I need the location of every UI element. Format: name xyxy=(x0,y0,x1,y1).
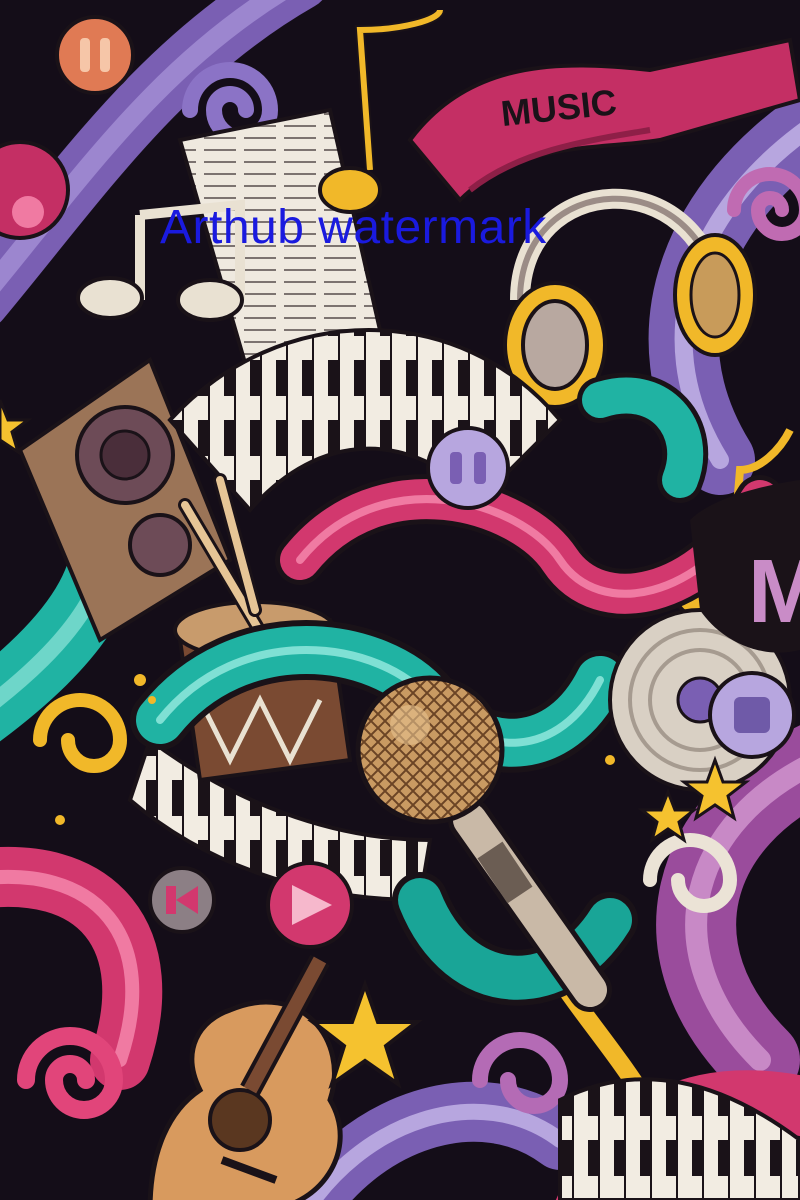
music-doodle-artwork: MUSIC M Arthub watermark xyxy=(0,0,800,1200)
watermark-text: Arthub watermark xyxy=(160,201,547,254)
side-letter-text: M xyxy=(748,542,800,642)
stop-button-icon xyxy=(708,671,796,759)
play-button-icon xyxy=(266,861,354,949)
pause-button-icon xyxy=(55,15,135,95)
pause-button-icon xyxy=(426,426,510,510)
doodle-illustration: MUSIC M xyxy=(0,0,800,1200)
rewind-button-icon xyxy=(148,866,216,934)
